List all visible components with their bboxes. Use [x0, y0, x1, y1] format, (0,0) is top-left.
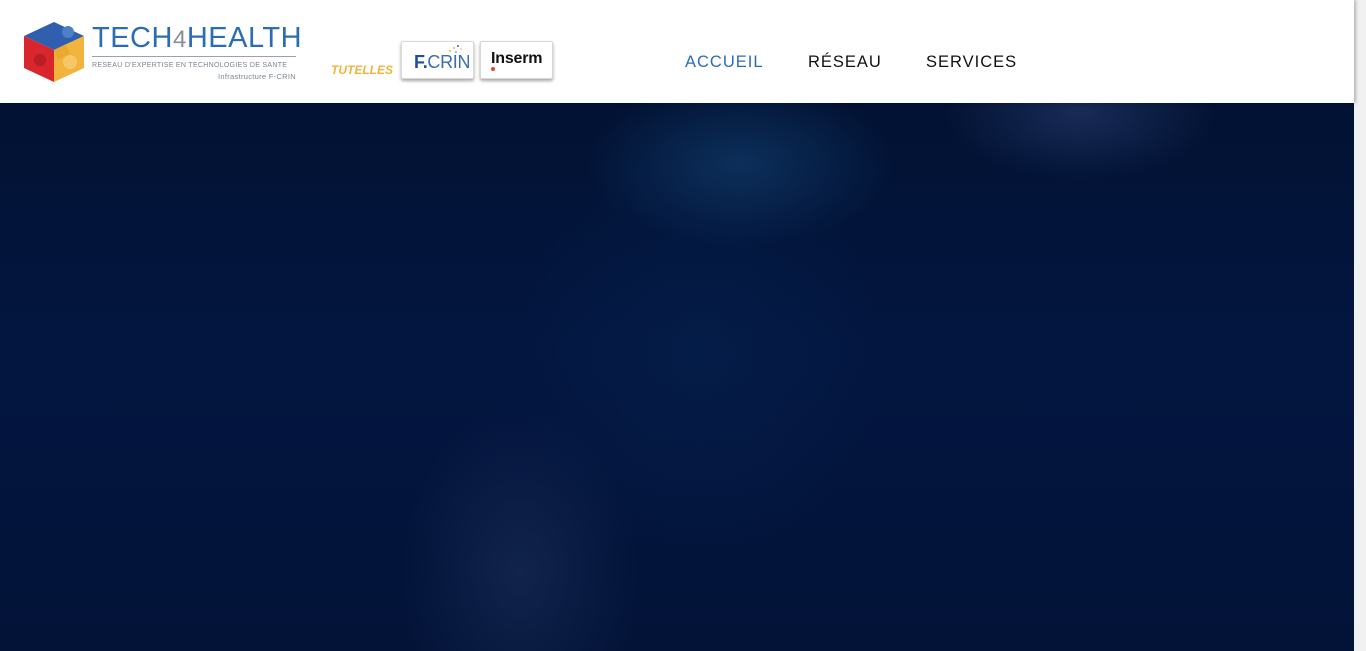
inserm-partner-logo[interactable]: Inserm [480, 41, 553, 79]
tutelles-label: TUTELLES [331, 63, 393, 77]
logo-title: TECH4HEALTH [92, 22, 303, 54]
tech4health-logo[interactable]: TECH4HEALTH RESEAU D'EXPERTISE EN TECHNO… [18, 18, 302, 86]
logo-divider [92, 56, 296, 57]
nav-item-services[interactable]: SERVICES [926, 53, 1017, 72]
fcrin-partner-logo[interactable]: F.CRIN [401, 41, 474, 79]
hero-banner [0, 103, 1354, 651]
logo-subtitle: RESEAU D'EXPERTISE EN TECHNOLOGIES DE SA… [92, 62, 288, 69]
logo-subtitle-infrastructure: Infrastructure F-CRIN [218, 72, 296, 81]
fcrin-wordmark: F.CRIN [414, 52, 471, 72]
inserm-dot-icon [491, 67, 495, 71]
puzzle-cube-logo-icon [24, 22, 84, 82]
nav-item-reseau[interactable]: RÉSEAU [808, 53, 882, 72]
nav-item-accueil[interactable]: ACCUEIL [685, 53, 764, 72]
inserm-wordmark: Inserm [491, 50, 543, 67]
page-scrollbar[interactable] [1354, 0, 1366, 651]
site-header: TECH4HEALTH RESEAU D'EXPERTISE EN TECHNO… [0, 0, 1354, 103]
